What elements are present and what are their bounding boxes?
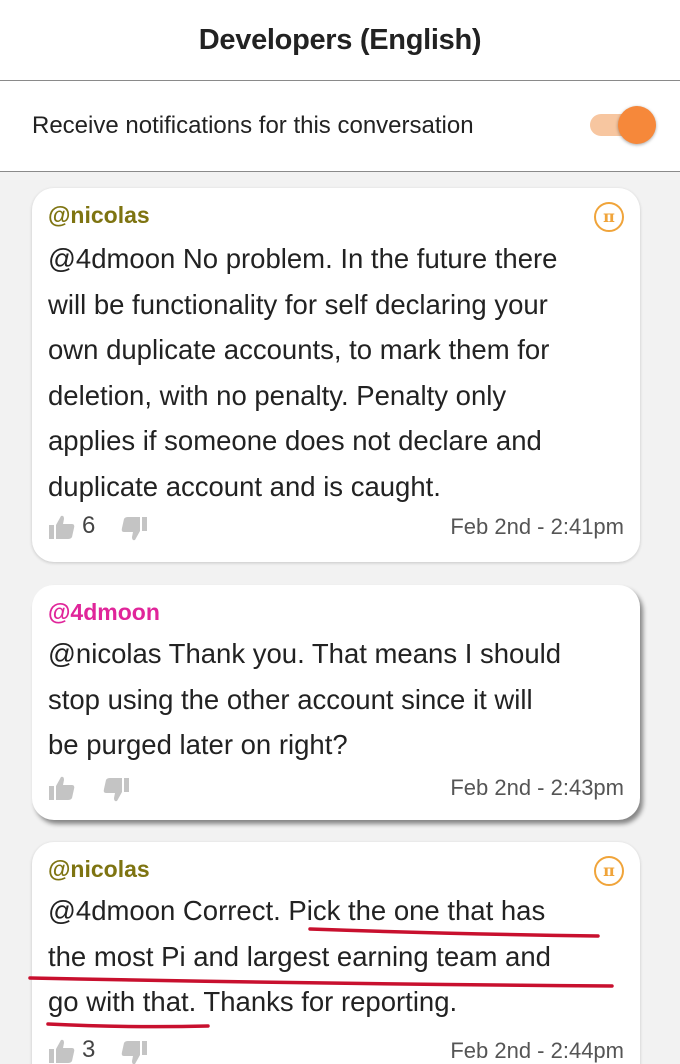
- message-author[interactable]: @nicolas: [48, 202, 150, 229]
- notification-label: Receive notifications for this conversat…: [32, 112, 474, 139]
- thumbs-up-icon[interactable]: [48, 775, 76, 801]
- message-line: @4dmoon No problem. In the future there: [48, 243, 558, 274]
- message-author[interactable]: @4dmoon: [48, 599, 160, 626]
- message-line: be purged later on right?: [48, 729, 348, 760]
- message-author[interactable]: @nicolas: [48, 856, 150, 883]
- message-line: @4dmoon Correct. Pick the one that has: [48, 895, 546, 926]
- thumbs-down-icon[interactable]: [120, 1040, 148, 1064]
- message-text: @nicolas Thank you. That means I should …: [48, 631, 628, 768]
- conversation-title: Developers (English): [198, 23, 482, 56]
- thumbs-down-icon[interactable]: [120, 516, 148, 542]
- message-line: @nicolas Thank you. That means I should: [48, 638, 562, 669]
- message-line: own duplicate accounts, to mark them for: [48, 334, 550, 365]
- message-line: stop using the other account since it wi…: [48, 683, 533, 715]
- pi-badge-icon: π: [594, 856, 624, 886]
- thumbs-up-icon[interactable]: [48, 1038, 76, 1064]
- message-line: will be functionality for self declaring…: [48, 288, 548, 320]
- message-line: the most Pi and largest earning team and: [48, 940, 551, 972]
- message-card: @nicolas π @4dmoon No problem. In the fu…: [32, 188, 640, 562]
- header-bar: Developers (English): [0, 0, 680, 81]
- thumbs-up-icon[interactable]: [48, 514, 76, 540]
- notification-toggle[interactable]: [588, 106, 656, 144]
- message-feed[interactable]: @nicolas π @4dmoon No problem. In the fu…: [0, 172, 680, 1064]
- pi-badge-icon: π: [594, 202, 624, 232]
- message-footer: Feb 2nd - 2:43pm: [48, 775, 624, 805]
- like-count: 3: [82, 1036, 96, 1063]
- message-timestamp: Feb 2nd - 2:41pm: [450, 514, 624, 539]
- message-text: @4dmoon No problem. In the future there …: [48, 236, 628, 509]
- message-timestamp: Feb 2nd - 2:43pm: [450, 775, 624, 800]
- message-card: @nicolas π @4dmoon Correct. Pick the one…: [32, 842, 640, 1064]
- message-line: go with that. Thanks for reporting.: [48, 986, 458, 1017]
- message-card-selected: @4dmoon @nicolas Thank you. That means I…: [32, 585, 640, 820]
- message-text: @4dmoon Correct. Pick the one that has t…: [48, 888, 628, 1025]
- message-footer: 6 Feb 2nd - 2:41pm: [48, 512, 624, 544]
- message-line: deletion, with no penalty. Penalty only: [48, 379, 507, 411]
- toggle-knob: [618, 106, 656, 144]
- message-footer: 3 Feb 2nd - 2:44pm: [48, 1036, 624, 1064]
- like-count: 6: [82, 512, 96, 539]
- notification-setting: Receive notifications for this conversat…: [0, 81, 680, 172]
- message-timestamp: Feb 2nd - 2:44pm: [450, 1038, 624, 1063]
- message-line: applies if someone does not declare and: [48, 425, 542, 456]
- message-line: duplicate account and is caught.: [48, 470, 441, 502]
- thumbs-down-icon[interactable]: [102, 777, 130, 803]
